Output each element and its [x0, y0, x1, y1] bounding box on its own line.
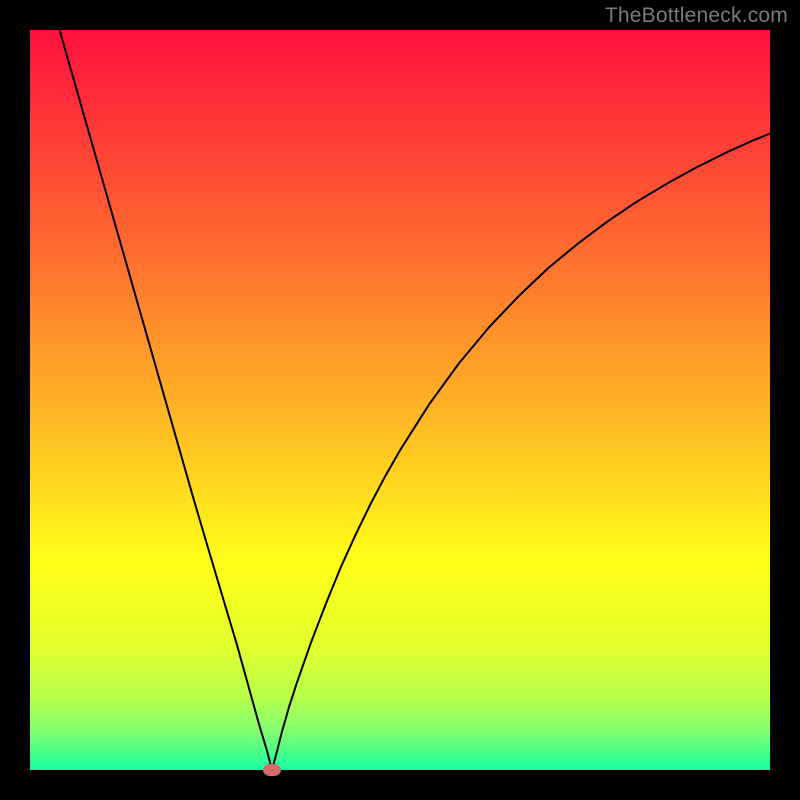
chart-stage: TheBottleneck.com: [0, 0, 800, 800]
watermark-text: TheBottleneck.com: [605, 4, 788, 28]
optimal-marker: [263, 764, 281, 776]
plot-svg: [30, 30, 770, 770]
gradient-rect: [30, 30, 770, 770]
plot-area: [30, 30, 770, 770]
